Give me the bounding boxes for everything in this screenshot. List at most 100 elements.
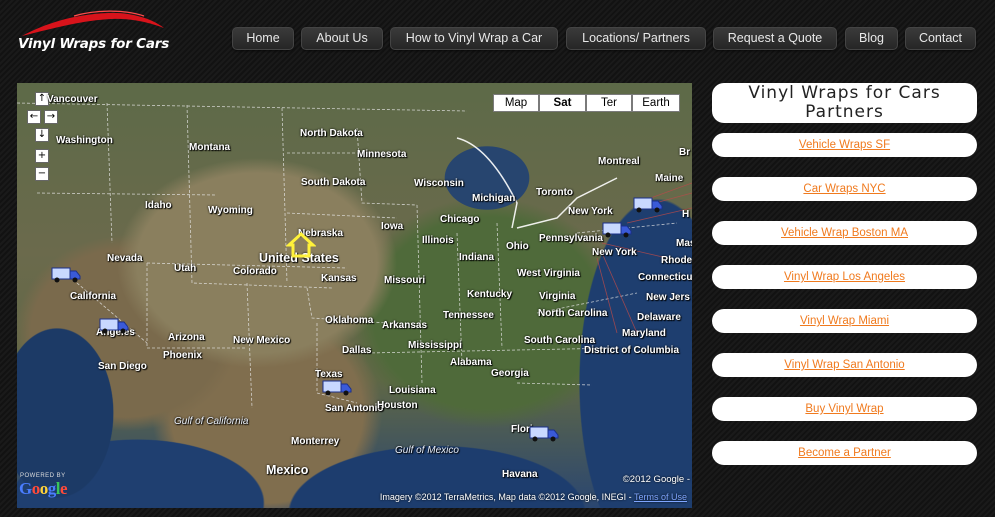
car-logo-icon [22,10,164,37]
partner-link-buy-vinyl-wrap[interactable]: Buy Vinyl Wrap [805,403,883,415]
map-type-map[interactable]: Map [493,94,539,112]
partner-item: Vinyl Wrap San Antonio [712,353,977,377]
google-logo[interactable]: Google [19,479,68,499]
map-label-oklahoma: Oklahoma [325,315,374,326]
map-label-michigan: Michigan [472,193,516,204]
map-label-kansas: Kansas [321,273,357,284]
map-label-iowa: Iowa [381,221,404,232]
map-label-district-of-columbia: District of Columbia [584,345,680,356]
map-label-louisiana: Louisiana [389,385,436,396]
zoom-out-button[interactable]: − [35,167,49,181]
map-label-dallas: Dallas [342,345,372,356]
nav-request-quote[interactable]: Request a Quote [713,27,837,50]
logo-text: Vinyl Wraps for Cars [18,36,170,52]
pan-down-button[interactable]: ↓ [35,128,49,142]
nav-how-to-wrap[interactable]: How to Vinyl Wrap a Car [390,27,558,50]
truck-marker-icon[interactable] [51,266,81,284]
map-label-new-jersey: New Jers [646,292,690,303]
state-borders [17,102,692,409]
map-label-north-carolina: North Carolina [538,308,608,319]
map-label-san-antonio: San Antonio [325,403,384,414]
map-label-monterrey: Monterrey [291,436,340,447]
nav-home[interactable]: Home [232,27,294,50]
map-label-mexico: Mexico [266,463,309,477]
map-label-chicago: Chicago [440,214,480,225]
map-label-montana: Montana [189,142,231,153]
map-label-nevada: Nevada [107,253,143,264]
partner-link-vinyl-wrap-san-antonio[interactable]: Vinyl Wrap San Antonio [784,359,904,371]
map-label-utah: Utah [174,263,197,274]
map-label-south-dakota: South Dakota [301,177,366,188]
map-label-san-diego: San Diego [98,361,147,372]
map-attribution: Imagery ©2012 TerraMetrics, Map data ©20… [380,492,687,502]
map-label-connecticut: Connecticut [638,272,692,283]
pan-right-button[interactable]: → [44,110,58,124]
map-label-idaho: Idaho [145,200,172,211]
zoom-in-button[interactable]: + [35,149,49,163]
partner-item: Vehicle Wraps SF [712,133,977,157]
map-label-pennsylvania: Pennsylvania [539,233,603,244]
map-label-br: Br [679,147,691,158]
map-label-tennessee: Tennessee [443,310,494,321]
partner-link-vehicle-wraps-sf[interactable]: Vehicle Wraps SF [799,139,890,151]
partner-link-vehicle-wrap-boston[interactable]: Vehicle Wrap Boston MA [781,227,908,239]
partner-link-car-wraps-nyc[interactable]: Car Wraps NYC [803,183,885,195]
map-label-h: H [682,209,690,220]
site-header: Vinyl Wraps for Cars Home About Us How t… [0,0,995,70]
partner-map[interactable]: Map Sat Ter Earth ↑ ← → ↓ + − Vancouver … [17,83,692,508]
truck-marker-icon[interactable] [529,425,559,443]
partner-item: Vehicle Wrap Boston MA [712,221,977,245]
map-label-kentucky: Kentucky [467,289,513,300]
imagery-credit: Imagery ©2012 TerraMetrics, Map data ©20… [379,492,632,502]
partner-item: Vinyl Wrap Miami [712,309,977,333]
map-type-satellite[interactable]: Sat [539,94,586,112]
map-label-arizona: Arizona [168,332,205,343]
map-label-toronto: Toronto [536,187,574,198]
nav-locations-partners[interactable]: Locations/ Partners [566,27,706,50]
truck-marker-icon[interactable] [99,317,129,335]
map-label-south-carolina: South Carolina [524,335,596,346]
map-label-delaware: Delaware [637,312,681,323]
truck-marker-icon[interactable] [633,196,663,214]
map-label-california: California [70,291,117,302]
map-label-houston: Houston [377,400,418,411]
home-marker-icon[interactable] [286,231,316,259]
site-logo[interactable]: Vinyl Wraps for Cars [14,6,174,56]
nav-contact[interactable]: Contact [905,27,976,50]
map-label-phoenix: Phoenix [163,350,202,361]
map-type-terrain[interactable]: Ter [586,94,632,112]
partner-link-vinyl-wrap-los-angeles[interactable]: Vinyl Wrap Los Angeles [784,271,905,283]
map-copyright: ©2012 Google - [622,474,690,485]
partner-link-vinyl-wrap-miami[interactable]: Vinyl Wrap Miami [800,315,889,327]
map-label-maryland: Maryland [622,328,666,339]
truck-marker-icon[interactable] [322,379,352,397]
partner-link-become-a-partner[interactable]: Become a Partner [798,447,891,459]
map-label-minnesota: Minnesota [357,149,407,160]
map-label-missouri: Missouri [384,275,426,286]
map-label-mas: Mas [676,238,692,249]
map-label-vancouver: Vancouver [47,94,98,105]
map-label-wyoming: Wyoming [208,205,253,216]
map-label-maine: Maine [655,173,684,184]
partners-title: Vinyl Wraps for Cars Partners [712,83,977,123]
map-label-north-dakota: North Dakota [300,128,363,139]
truck-marker-icon[interactable] [602,221,632,239]
map-label-havana: Havana [502,469,538,480]
map-label-colorado: Colorado [233,266,277,277]
map-label-georgia: Georgia [491,368,529,379]
map-label-gulf-of-california: Gulf of California [174,416,249,427]
map-label-montreal: Montreal [598,156,640,167]
map-label-virginia: Virginia [539,291,576,302]
terms-of-use-link[interactable]: Terms of Use [634,492,687,502]
map-label-new-mexico: New Mexico [233,335,291,346]
map-label-gulf-of-mexico: Gulf of Mexico [395,445,459,456]
map-label-rhode: Rhode [661,255,692,266]
map-label-wisconsin: Wisconsin [414,178,464,189]
nav-blog[interactable]: Blog [845,27,898,50]
map-type-earth[interactable]: Earth [632,94,680,112]
nav-about-us[interactable]: About Us [301,27,383,50]
map-label-new-york-city: New York [592,247,637,258]
pan-left-button[interactable]: ← [27,110,41,124]
map-label-mississippi: Mississippi [408,340,462,351]
partner-item: Become a Partner [712,441,977,465]
